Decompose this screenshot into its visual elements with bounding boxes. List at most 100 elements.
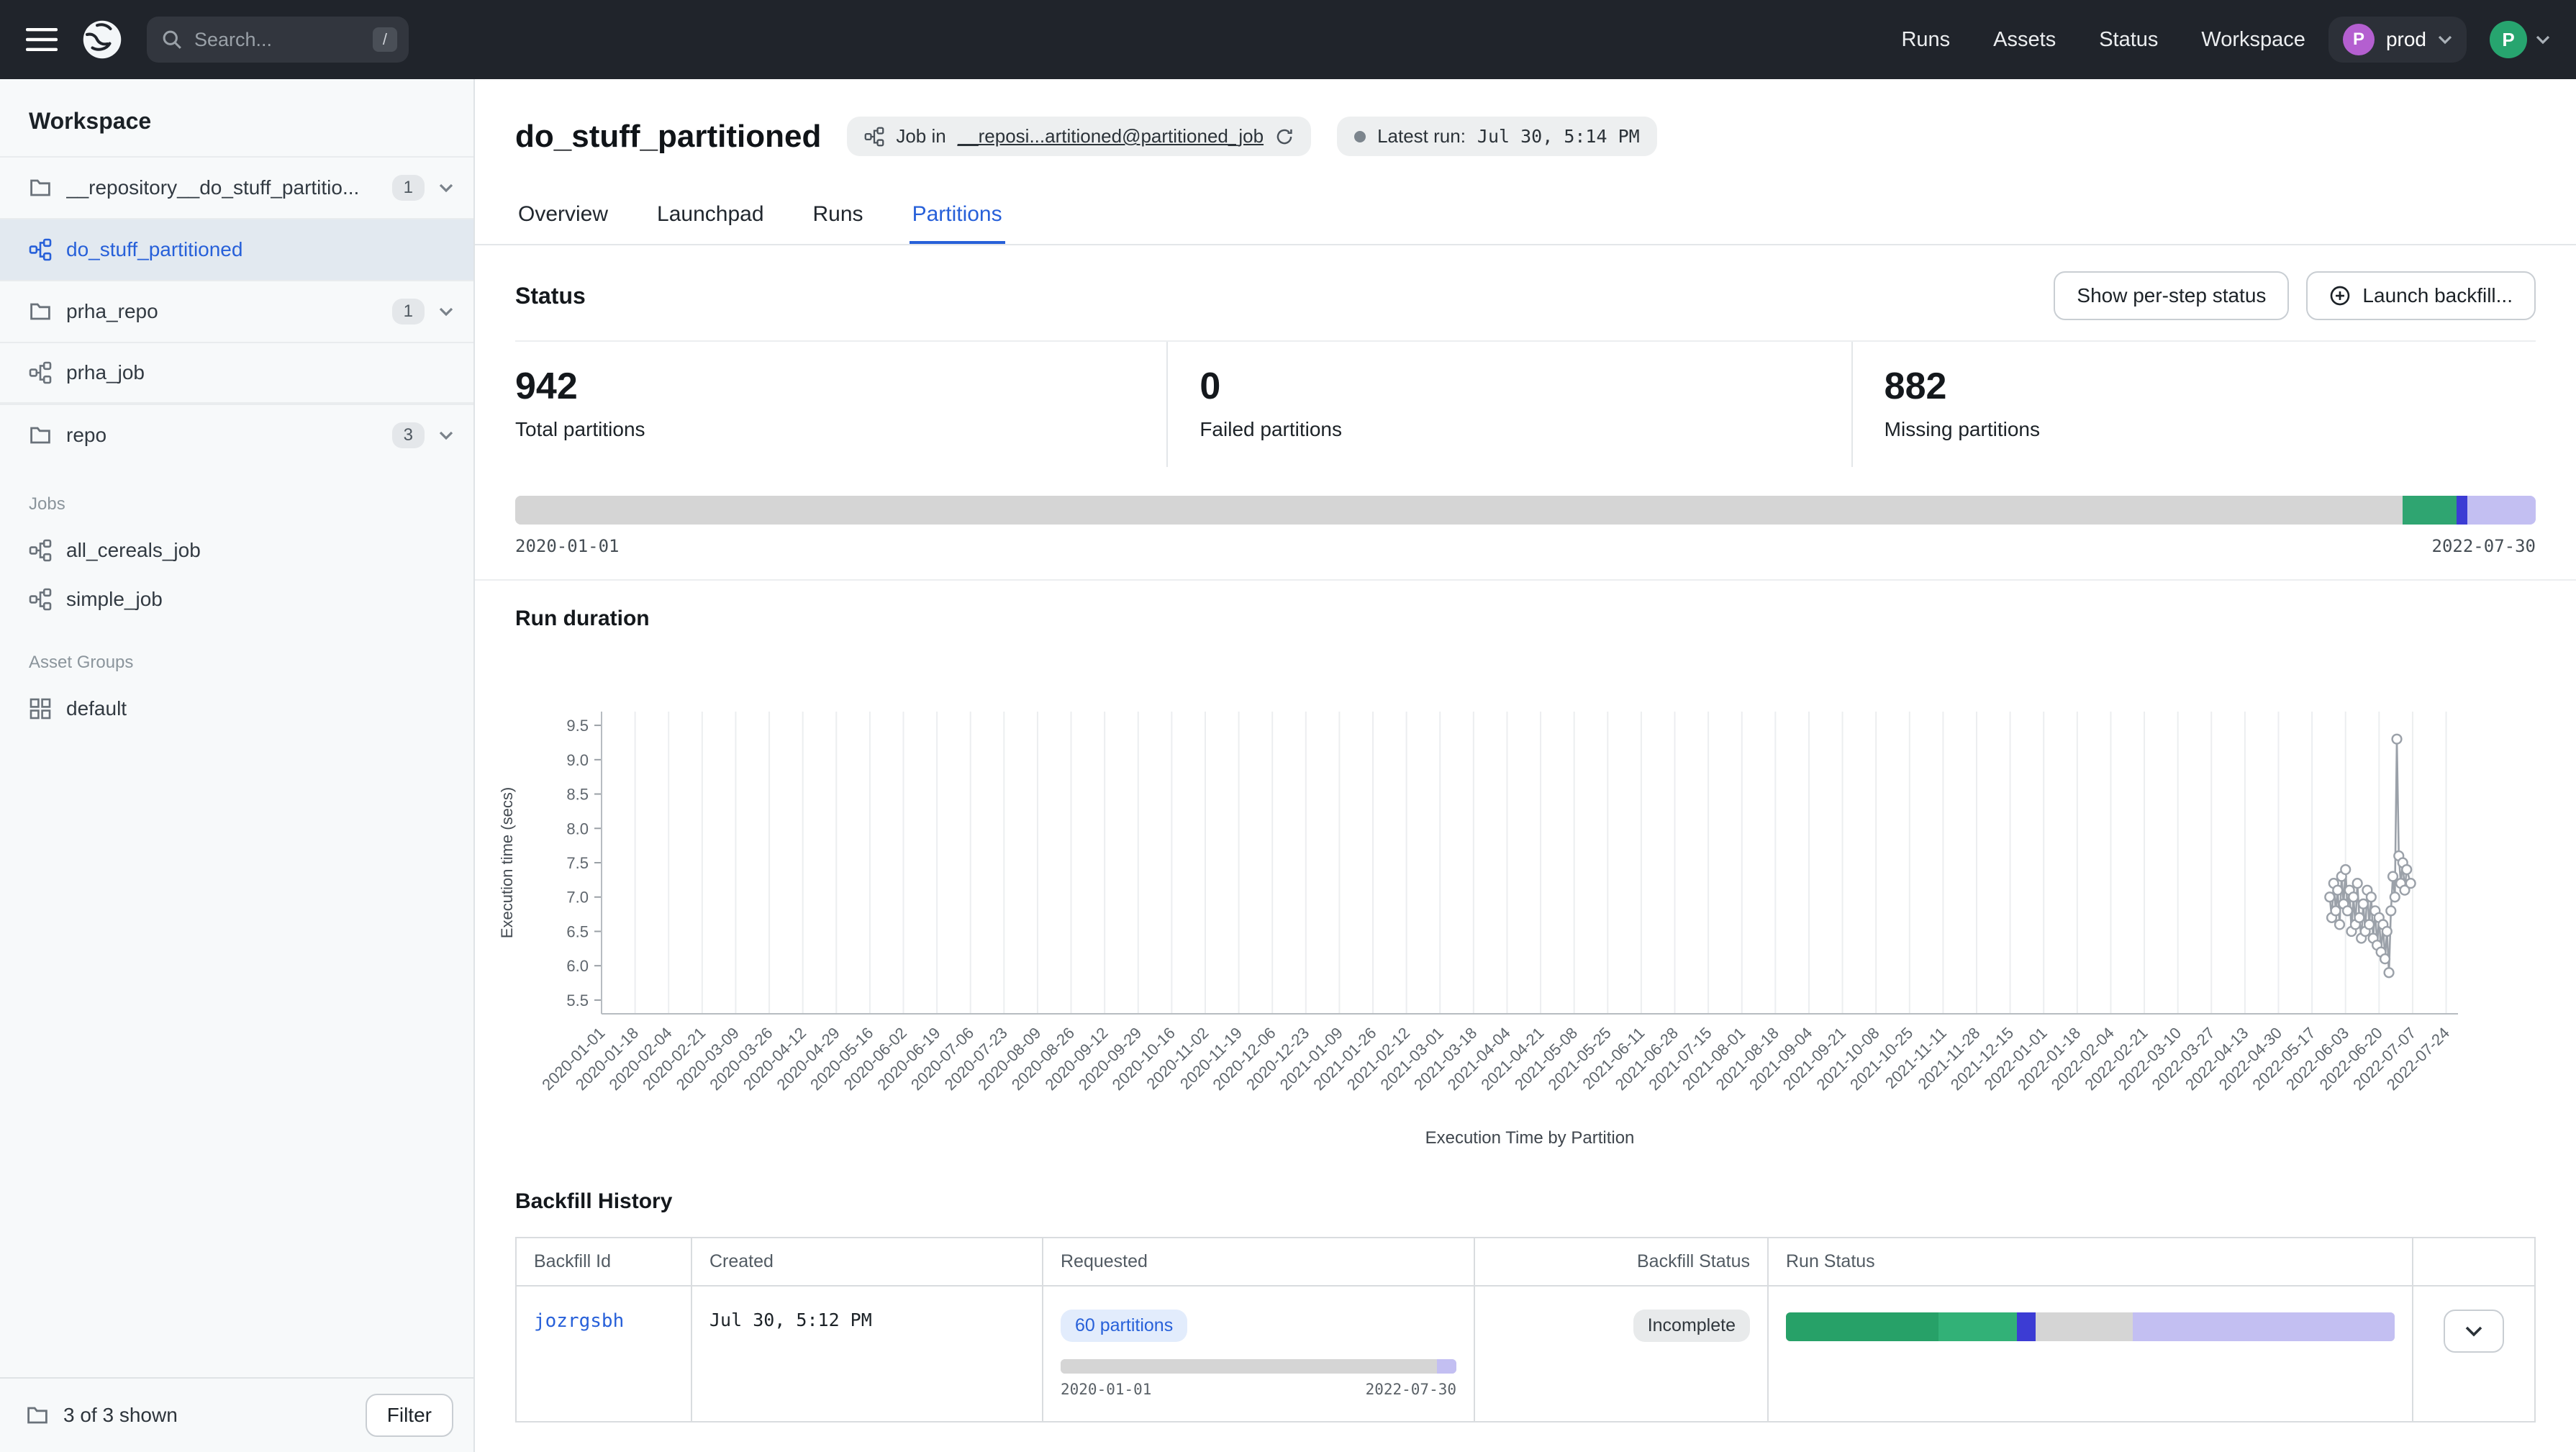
deployment-avatar: P bbox=[2343, 24, 2375, 55]
sidebar-repo-prha-repo[interactable]: prha_repo 1 bbox=[0, 280, 473, 342]
asset-groups-section-label: Asset Groups bbox=[0, 624, 473, 684]
tab-partitions[interactable]: Partitions bbox=[910, 188, 1005, 244]
backfill-requested-cell: 60 partitions 2020-01-01 2022-07-30 bbox=[1043, 1287, 1475, 1421]
sidebar-job-simple-job[interactable]: simple_job bbox=[0, 575, 473, 624]
chevron-down-icon bbox=[2438, 35, 2452, 45]
stat-value: 0 bbox=[1199, 365, 1822, 408]
folder-icon bbox=[26, 1404, 49, 1427]
repo-count-badge: 1 bbox=[392, 299, 425, 325]
repo-count-badge: 3 bbox=[392, 422, 425, 448]
user-menu[interactable]: P bbox=[2490, 21, 2550, 58]
backfill-created-cell: Jul 30, 5:12 PM bbox=[692, 1287, 1043, 1421]
tab-launchpad[interactable]: Launchpad bbox=[654, 188, 766, 244]
plus-circle-icon bbox=[2329, 285, 2351, 307]
sidebar-job-prha-job[interactable]: prha_job bbox=[0, 342, 473, 404]
svg-text:7.5: 7.5 bbox=[566, 854, 589, 872]
job-badge-prefix: Job in bbox=[896, 125, 945, 148]
chevron-down-icon[interactable] bbox=[439, 183, 453, 193]
folder-icon bbox=[29, 176, 52, 199]
nav-status[interactable]: Status bbox=[2099, 28, 2158, 52]
sidebar-title: Workspace bbox=[0, 79, 473, 156]
run-duration-heading: Run duration bbox=[475, 581, 2576, 631]
run-status-cell bbox=[1769, 1287, 2413, 1421]
shown-count-text: 3 of 3 shown bbox=[63, 1404, 178, 1427]
sidebar-repo-repo[interactable]: repo 3 bbox=[0, 404, 473, 466]
folder-icon bbox=[29, 424, 52, 447]
svg-text:7.0: 7.0 bbox=[566, 889, 589, 907]
backfill-table-header: Backfill Id Created Requested Backfill S… bbox=[517, 1238, 2534, 1287]
status-section-header: Status Show per-step status Launch backf… bbox=[475, 245, 2576, 332]
tab-runs[interactable]: Runs bbox=[810, 188, 866, 244]
sidebar-item-label: default bbox=[66, 697, 127, 720]
backfill-status-cell: Incomplete bbox=[1475, 1287, 1769, 1421]
chevron-down-icon[interactable] bbox=[439, 430, 453, 440]
job-badge-target-link[interactable]: __reposi...artitioned@partitioned_job bbox=[958, 125, 1264, 148]
dagster-logo[interactable] bbox=[81, 18, 124, 61]
requested-partitions-badge[interactable]: 60 partitions bbox=[1061, 1310, 1187, 1342]
sidebar-item-label: prha_repo bbox=[66, 300, 378, 323]
svg-text:6.5: 6.5 bbox=[566, 922, 589, 940]
nav-assets[interactable]: Assets bbox=[1993, 28, 2056, 52]
nav-runs[interactable]: Runs bbox=[1901, 28, 1950, 52]
latest-run-time-link[interactable]: Jul 30, 5:14 PM bbox=[1477, 126, 1640, 147]
filter-button[interactable]: Filter bbox=[366, 1394, 453, 1437]
backfill-id-link[interactable]: jozrgsbh bbox=[534, 1310, 624, 1332]
partition-status-bar-wrap bbox=[515, 496, 2536, 525]
svg-text:8.0: 8.0 bbox=[566, 820, 589, 838]
job-tabs: Overview Launchpad Runs Partitions bbox=[475, 188, 2576, 245]
svg-text:9.5: 9.5 bbox=[566, 717, 589, 735]
stat-label: Missing partitions bbox=[1885, 418, 2507, 441]
top-navigation-bar: / Runs Assets Status Workspace P prod P bbox=[0, 0, 2576, 79]
status-heading: Status bbox=[515, 283, 586, 309]
stat-missing-partitions: 882 Missing partitions bbox=[1851, 342, 2536, 467]
backfill-status-badge: Incomplete bbox=[1633, 1310, 1750, 1342]
user-avatar: P bbox=[2490, 21, 2527, 58]
chevron-down-icon bbox=[2536, 35, 2550, 45]
backfill-id-cell: jozrgsbh bbox=[517, 1287, 692, 1421]
sidebar-job-do-stuff-partitioned[interactable]: do_stuff_partitioned bbox=[0, 218, 473, 280]
run-status-bar[interactable] bbox=[1786, 1312, 2395, 1341]
stat-total-partitions: 942 Total partitions bbox=[515, 342, 1166, 467]
global-search[interactable]: / bbox=[147, 17, 409, 63]
run-duration-chart[interactable]: 2020-01-012020-01-182020-02-042020-02-21… bbox=[475, 631, 2576, 1155]
search-input[interactable] bbox=[194, 29, 361, 51]
launch-backfill-label: Launch backfill... bbox=[2362, 284, 2513, 307]
svg-text:Execution time (secs): Execution time (secs) bbox=[498, 787, 516, 938]
status-dot bbox=[1354, 131, 1366, 142]
sidebar-item-label: repo bbox=[66, 424, 378, 447]
refresh-icon[interactable] bbox=[1275, 127, 1294, 146]
col-backfill-status: Backfill Status bbox=[1475, 1238, 1769, 1285]
tab-overview[interactable]: Overview bbox=[515, 188, 611, 244]
launch-backfill-button[interactable]: Launch backfill... bbox=[2306, 271, 2536, 320]
requested-start-date: 2020-01-01 bbox=[1061, 1381, 1151, 1398]
svg-text:9.0: 9.0 bbox=[566, 751, 589, 769]
nav-workspace[interactable]: Workspace bbox=[2201, 28, 2305, 52]
partition-status-bar[interactable] bbox=[515, 496, 2536, 525]
chevron-down-icon bbox=[2465, 1325, 2482, 1337]
latest-run-badge: Latest run: Jul 30, 5:14 PM bbox=[1337, 117, 1657, 156]
expand-backfill-button[interactable] bbox=[2444, 1310, 2504, 1353]
sidebar-item-label: all_cereals_job bbox=[66, 539, 201, 562]
sidebar-repo-do-stuff-repository[interactable]: __repository__do_stuff_partitio... 1 bbox=[0, 156, 473, 218]
stat-value: 942 bbox=[515, 365, 1138, 408]
sidebar-item-label: prha_job bbox=[66, 361, 453, 384]
col-created: Created bbox=[692, 1238, 1043, 1285]
job-icon bbox=[864, 127, 884, 147]
requested-end-date: 2022-07-30 bbox=[1366, 1381, 1456, 1398]
deployment-switcher[interactable]: P prod bbox=[2328, 17, 2467, 63]
sidebar-job-all-cereals-job[interactable]: all_cereals_job bbox=[0, 526, 473, 575]
job-icon bbox=[29, 361, 52, 384]
page-header: do_stuff_partitioned Job in __reposi...a… bbox=[475, 79, 2576, 156]
hamburger-menu-icon[interactable] bbox=[26, 28, 58, 51]
partition-end-date: 2022-07-30 bbox=[2432, 536, 2536, 556]
chevron-down-icon[interactable] bbox=[439, 307, 453, 317]
col-actions bbox=[2413, 1238, 2534, 1285]
show-per-step-status-button[interactable]: Show per-step status bbox=[2054, 271, 2289, 320]
search-shortcut-kbd: / bbox=[373, 27, 397, 52]
deployment-name: prod bbox=[2386, 28, 2426, 51]
search-icon bbox=[161, 29, 183, 50]
latest-run-label: Latest run: bbox=[1377, 125, 1466, 148]
sidebar-asset-group-default[interactable]: default bbox=[0, 684, 473, 733]
svg-text:Execution Time by Partition: Execution Time by Partition bbox=[1425, 1128, 1635, 1148]
backfill-history-table: Backfill Id Created Requested Backfill S… bbox=[515, 1237, 2536, 1422]
